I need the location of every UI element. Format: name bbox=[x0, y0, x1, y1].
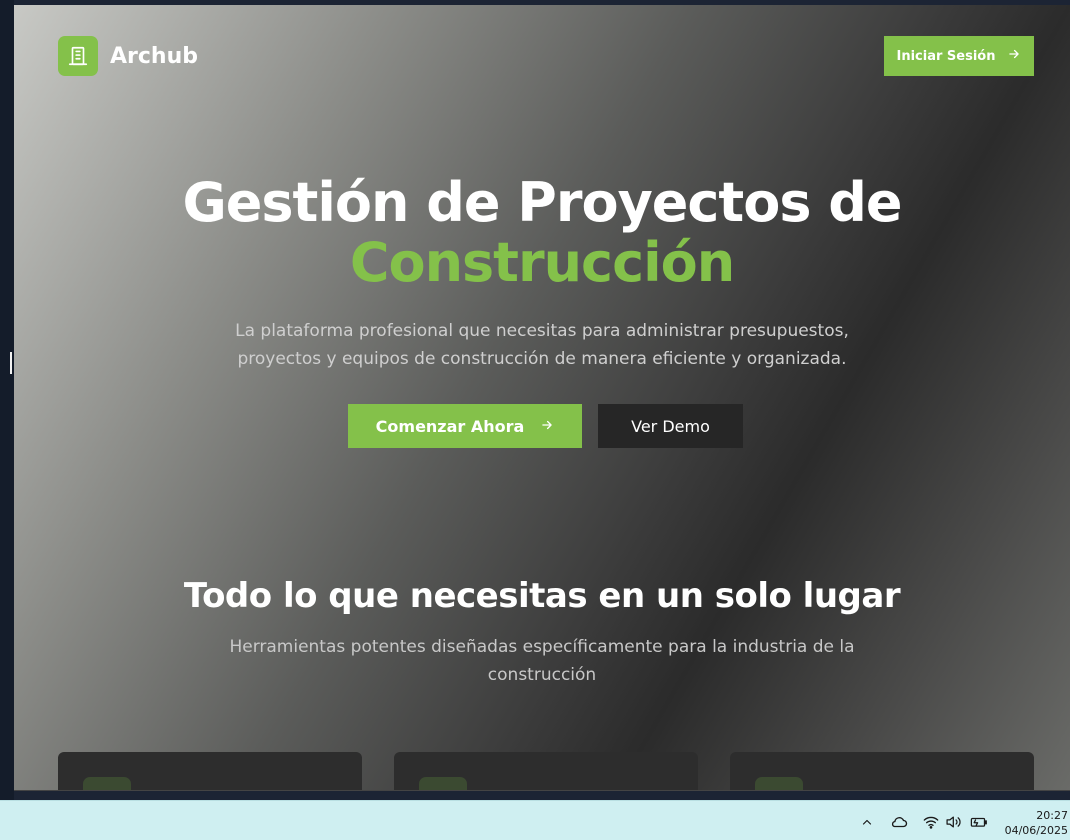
cloud-icon[interactable] bbox=[890, 813, 908, 831]
login-button[interactable]: Iniciar Sesión bbox=[884, 36, 1034, 76]
brand-name: Archub bbox=[110, 43, 198, 69]
get-started-label: Comenzar Ahora bbox=[375, 416, 525, 436]
chevron-up-icon[interactable] bbox=[858, 813, 876, 831]
view-demo-button[interactable]: Ver Demo bbox=[598, 404, 743, 448]
view-demo-label: Ver Demo bbox=[631, 416, 710, 436]
clock-date: 04/06/2025 bbox=[1004, 824, 1068, 837]
desktop-background: Archub Iniciar Sesión Gestión de Proyect… bbox=[0, 0, 1070, 800]
building-icon bbox=[58, 36, 98, 76]
feature-card bbox=[394, 752, 698, 790]
hero-title-highlight: Construcción bbox=[349, 231, 735, 294]
text-cursor bbox=[10, 352, 12, 374]
arrow-right-icon bbox=[540, 417, 554, 436]
landing-page: Archub Iniciar Sesión Gestión de Proyect… bbox=[14, 5, 1070, 791]
feature-icon bbox=[83, 777, 131, 790]
hero-title: Gestión de Proyectos de Construcción bbox=[14, 173, 1070, 293]
feature-icon bbox=[755, 777, 803, 790]
battery-icon[interactable] bbox=[970, 813, 988, 831]
get-started-button[interactable]: Comenzar Ahora bbox=[348, 404, 582, 448]
background-window-edge bbox=[0, 0, 14, 800]
features-title: Todo lo que necesitas en un solo lugar bbox=[183, 576, 901, 616]
login-button-label: Iniciar Sesión bbox=[896, 48, 996, 64]
speaker-icon[interactable] bbox=[945, 813, 963, 831]
arrow-right-icon bbox=[1007, 47, 1021, 65]
wifi-icon[interactable] bbox=[922, 813, 940, 831]
hero-title-line1: Gestión de Proyectos de bbox=[182, 171, 902, 234]
system-clock[interactable]: 20:27 04/06/2025 bbox=[998, 808, 1068, 838]
brand-logo[interactable]: Archub bbox=[58, 36, 198, 76]
taskbar: 20:27 04/06/2025 bbox=[0, 800, 1070, 840]
hero-subtitle: La plataforma profesional que necesitas … bbox=[235, 321, 849, 369]
clock-time: 20:27 bbox=[1036, 809, 1068, 822]
feature-icon bbox=[419, 777, 467, 790]
features-subtitle: Herramientas potentes diseñadas específi… bbox=[229, 637, 855, 685]
feature-card bbox=[730, 752, 1034, 790]
feature-card bbox=[58, 752, 362, 790]
